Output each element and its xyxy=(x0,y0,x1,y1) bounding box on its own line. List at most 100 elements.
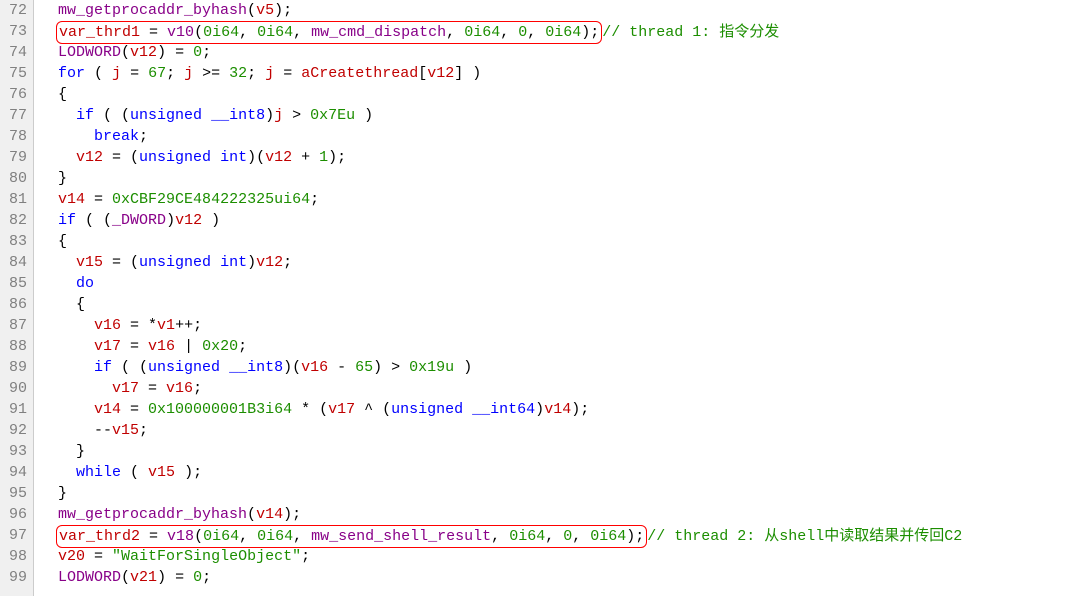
code-line[interactable]: { xyxy=(40,231,1080,252)
line-number: 98 xyxy=(0,546,27,567)
code-line[interactable]: if ( (unsigned __int8)(v16 - 65) > 0x19u… xyxy=(40,357,1080,378)
token-punct: , xyxy=(293,528,311,545)
token-punct: ); xyxy=(571,401,589,418)
token-punct: = xyxy=(121,65,148,82)
token-punct xyxy=(220,359,229,376)
line-number: 96 xyxy=(0,504,27,525)
line-number: 72 xyxy=(0,0,27,21)
token-num: 0i64 xyxy=(257,528,293,545)
token-punct: { xyxy=(58,233,67,250)
code-line[interactable]: mw_getprocaddr_byhash(v5); xyxy=(40,0,1080,21)
line-number: 83 xyxy=(0,231,27,252)
line-number: 93 xyxy=(0,441,27,462)
token-num: 0 xyxy=(193,569,202,586)
line-number: 94 xyxy=(0,462,27,483)
token-punct: = xyxy=(85,548,112,565)
token-punct: } xyxy=(76,443,85,460)
token-kw: unsigned xyxy=(130,107,202,124)
token-punct xyxy=(211,149,220,166)
code-viewport[interactable]: mw_getprocaddr_byhash(v5); var_thrd1 = v… xyxy=(34,0,1080,596)
token-var: v20 xyxy=(58,548,85,565)
code-line[interactable]: v20 = "WaitForSingleObject"; xyxy=(40,546,1080,567)
token-punct: ); xyxy=(175,464,202,481)
token-punct: ) xyxy=(355,107,373,124)
code-line[interactable]: { xyxy=(40,84,1080,105)
token-punct: } xyxy=(58,170,67,187)
token-punct: = xyxy=(140,528,167,545)
token-var: v14 xyxy=(256,506,283,523)
inline-comment: // thread 1: 指令分发 xyxy=(602,24,779,41)
token-punct: - xyxy=(328,359,355,376)
code-line[interactable]: if ( (_DWORD)v12 ) xyxy=(40,210,1080,231)
token-var: j xyxy=(112,65,121,82)
token-func: mw_send_shell_result xyxy=(311,528,491,545)
token-var: v14 xyxy=(94,401,121,418)
token-punct xyxy=(202,107,211,124)
token-punct: ) xyxy=(202,212,220,229)
code-line[interactable]: { xyxy=(40,294,1080,315)
code-line[interactable]: for ( j = 67; j >= 32; j = aCreatethread… xyxy=(40,63,1080,84)
token-punct: = ( xyxy=(103,149,139,166)
token-var: v16 xyxy=(166,380,193,397)
code-line[interactable]: while ( v15 ); xyxy=(40,462,1080,483)
code-line[interactable]: v14 = 0xCBF29CE484222325ui64; xyxy=(40,189,1080,210)
code-line[interactable]: var_thrd1 = v10(0i64, 0i64, mw_cmd_dispa… xyxy=(40,21,1080,42)
code-line[interactable]: v12 = (unsigned int)(v12 + 1); xyxy=(40,147,1080,168)
code-line[interactable]: v14 = 0x100000001B3i64 * (v17 ^ (unsigne… xyxy=(40,399,1080,420)
token-num: 0x100000001B3i64 xyxy=(148,401,292,418)
line-number: 77 xyxy=(0,105,27,126)
code-line[interactable]: do xyxy=(40,273,1080,294)
code-line[interactable]: break; xyxy=(40,126,1080,147)
token-punct: , xyxy=(446,24,464,41)
token-punct: )( xyxy=(283,359,301,376)
token-kw: __int8 xyxy=(229,359,283,376)
token-punct: = xyxy=(121,401,148,418)
code-line[interactable]: LODWORD(v12) = 0; xyxy=(40,42,1080,63)
line-number: 97 xyxy=(0,525,27,546)
line-number: 82 xyxy=(0,210,27,231)
token-num: 0x20 xyxy=(202,338,238,355)
token-kw: unsigned xyxy=(139,149,211,166)
code-line[interactable]: } xyxy=(40,483,1080,504)
code-line[interactable]: } xyxy=(40,168,1080,189)
token-punct: ( xyxy=(121,569,130,586)
code-line[interactable]: v15 = (unsigned int)v12; xyxy=(40,252,1080,273)
line-number: 81 xyxy=(0,189,27,210)
line-number: 74 xyxy=(0,42,27,63)
token-punct: } xyxy=(58,485,67,502)
token-var: v12 xyxy=(130,44,157,61)
token-punct: >= xyxy=(193,65,229,82)
code-line[interactable]: v16 = *v1++; xyxy=(40,315,1080,336)
code-line[interactable]: var_thrd2 = v18(0i64, 0i64, mw_send_shel… xyxy=(40,525,1080,546)
code-line[interactable]: mw_getprocaddr_byhash(v14); xyxy=(40,504,1080,525)
token-punct: ( xyxy=(121,44,130,61)
token-punct: = * xyxy=(121,317,157,334)
token-num: 32 xyxy=(229,65,247,82)
code-line[interactable]: } xyxy=(40,441,1080,462)
code-line[interactable]: --v15; xyxy=(40,420,1080,441)
token-kw: break xyxy=(94,128,139,145)
token-punct: ); xyxy=(274,2,292,19)
token-func: mw_cmd_dispatch xyxy=(311,24,446,41)
token-punct: ; xyxy=(247,65,265,82)
token-var: j xyxy=(274,107,283,124)
token-var: v17 xyxy=(112,380,139,397)
token-punct: , xyxy=(491,528,509,545)
token-num: 0i64 xyxy=(203,24,239,41)
token-var: v17 xyxy=(328,401,355,418)
code-line[interactable]: v17 = v16 | 0x20; xyxy=(40,336,1080,357)
token-kw: int xyxy=(220,254,247,271)
highlight-box: var_thrd1 = v10(0i64, 0i64, mw_cmd_dispa… xyxy=(56,21,602,44)
token-punct: = xyxy=(140,24,167,41)
line-number: 89 xyxy=(0,357,27,378)
token-kw: unsigned xyxy=(139,254,211,271)
token-punct: ) = xyxy=(157,44,193,61)
token-str: "WaitForSingleObject" xyxy=(112,548,301,565)
token-punct: | xyxy=(175,338,202,355)
token-punct: ; xyxy=(166,65,184,82)
code-line[interactable]: LODWORD(v21) = 0; xyxy=(40,567,1080,588)
code-line[interactable]: v17 = v16; xyxy=(40,378,1080,399)
code-line[interactable]: if ( (unsigned __int8)j > 0x7Eu ) xyxy=(40,105,1080,126)
token-punct: , xyxy=(239,24,257,41)
token-punct: [ xyxy=(418,65,427,82)
